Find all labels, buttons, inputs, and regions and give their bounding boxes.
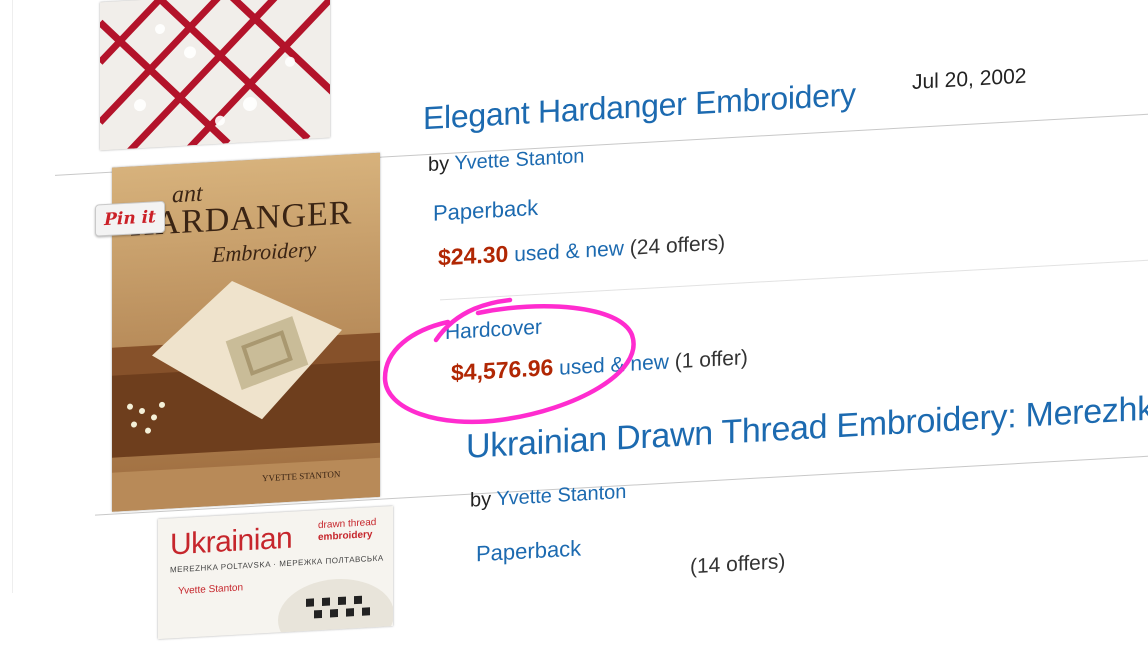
pin-it-button[interactable]: Pin it xyxy=(95,200,165,237)
by-label: by xyxy=(470,488,492,512)
offers-count: (14 offers) xyxy=(690,550,786,579)
cover-author: Yvette Stanton xyxy=(178,582,244,598)
result-byline: by Yvette Stanton xyxy=(428,145,584,177)
price-line-hardcover: $4,576.96 used & new (1 offer) xyxy=(451,343,748,387)
format-link-paperback[interactable]: Paperback xyxy=(433,195,538,227)
cover-embroidery-image xyxy=(278,579,393,640)
cover-title-side: embroidery xyxy=(318,529,373,544)
author-link[interactable]: Yvette Stanton xyxy=(454,145,584,174)
left-edge-sidebar xyxy=(0,0,13,593)
cover-title-main: Ukrainian xyxy=(170,521,293,562)
format-link-paperback[interactable]: Paperback xyxy=(476,535,581,567)
result-byline: by Yvette Stanton xyxy=(470,481,626,513)
previous-result-cover-image[interactable] xyxy=(100,0,330,151)
author-link[interactable]: Yvette Stanton xyxy=(496,481,626,510)
price-paperback[interactable]: $24.30 xyxy=(438,241,508,271)
price-hardcover[interactable]: $4,576.96 xyxy=(451,354,553,386)
used-new-link[interactable]: used & new xyxy=(514,237,624,266)
result-date: Jul 20, 2002 xyxy=(912,64,1027,94)
price-line-paperback: $24.30 used & new (24 offers) xyxy=(438,228,725,271)
pin-it-label: Pin it xyxy=(104,207,156,231)
search-results-list: ant HARDANGER Embroidery YVETTE STANTON … xyxy=(0,0,1148,640)
result-title-link[interactable]: Ukrainian Drawn Thread Embroidery: Merez… xyxy=(466,389,1148,466)
used-new-link[interactable]: used & new xyxy=(559,351,669,380)
result-cover-image[interactable]: Ukrainian drawn thread embroidery MEREZH… xyxy=(158,505,393,640)
offers-count: (1 offer) xyxy=(674,346,748,374)
offers-count: (24 offers) xyxy=(629,231,726,260)
result-title-link[interactable]: Elegant Hardanger Embroidery xyxy=(423,76,856,137)
format-link-hardcover[interactable]: Hardcover xyxy=(445,316,542,345)
by-label: by xyxy=(428,152,450,177)
red-embroidery-pattern xyxy=(100,0,330,151)
